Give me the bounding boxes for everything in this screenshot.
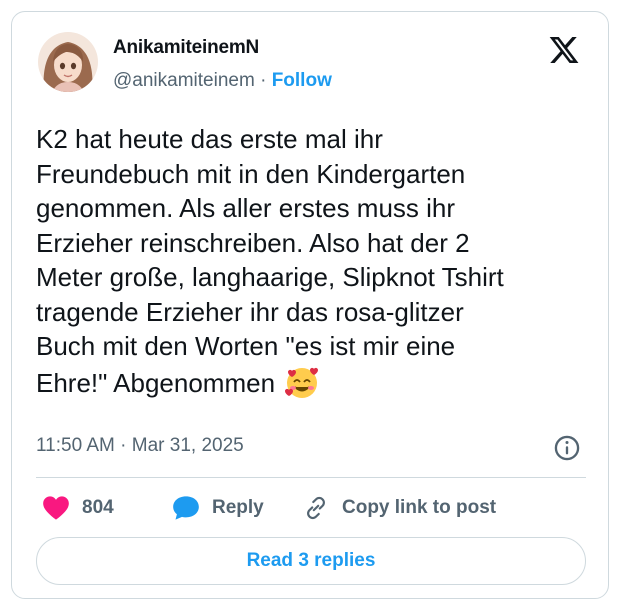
tweet-line: Meter große, langhaarige, Slipknot Tshir… — [36, 262, 504, 292]
author-name[interactable]: AnikamiteinemN — [113, 37, 259, 59]
tweet-line: Erzieher reinschreiben. Also hat der 2 — [36, 227, 470, 258]
x-logo-icon[interactable] — [547, 34, 581, 66]
reply-bubble-icon — [173, 496, 199, 520]
divider — [36, 477, 586, 478]
read-replies-button[interactable]: Read 3 replies — [36, 537, 586, 585]
copy-link-label: Copy link to post — [342, 497, 497, 518]
separator: · — [260, 70, 267, 91]
tweet-text: K2 hat heute das erste mal ihr Freundebu… — [36, 122, 596, 400]
reply-button[interactable]: Reply — [172, 493, 264, 523]
smiling-face-with-hearts-icon — [285, 367, 319, 398]
avatar[interactable] — [38, 32, 98, 92]
info-icon[interactable] — [553, 434, 581, 462]
copy-link-button[interactable]: Copy link to post — [302, 493, 496, 523]
tweet-line: Buch mit den Worten "es ist mir eine — [36, 331, 456, 361]
follow-button[interactable]: Follow — [272, 70, 332, 91]
tweet-date[interactable]: Mar 31, 2025 — [132, 435, 244, 456]
tweet-card: AnikamiteinemN @anikamiteinem · Follow K… — [11, 11, 609, 599]
tweet-line: genommen. Als aller erstes muss ihr — [36, 193, 456, 223]
tweet-time[interactable]: 11:50 AM — [36, 435, 115, 456]
like-button[interactable]: 804 — [42, 493, 114, 523]
heart-icon — [43, 496, 69, 520]
tweet-line: Ehre!" Abgenommen — [36, 367, 276, 398]
tweet-line-last: Ehre!" Abgenommen — [36, 364, 596, 401]
like-count: 804 — [82, 497, 114, 518]
tweet-meta: 11:50 AM · Mar 31, 2025 — [36, 435, 244, 457]
tweet-line: K2 hat heute das erste mal ihr — [36, 124, 383, 154]
author-handle[interactable]: @anikamiteinem — [113, 70, 255, 91]
tweet-line: Freundebuch mit in den Kindergarten — [36, 158, 466, 189]
action-bar: 804 Reply Copy link to post — [36, 493, 596, 523]
read-replies-label: Read 3 replies — [246, 550, 376, 571]
author-handle-row: @anikamiteinem · Follow — [113, 70, 332, 92]
reply-label: Reply — [212, 497, 264, 518]
link-icon — [307, 496, 325, 520]
meta-separator: · — [120, 435, 127, 456]
avatar-image — [38, 32, 98, 92]
tweet-line: tragende Erzieher ihr das rosa-glitzer — [36, 296, 464, 327]
